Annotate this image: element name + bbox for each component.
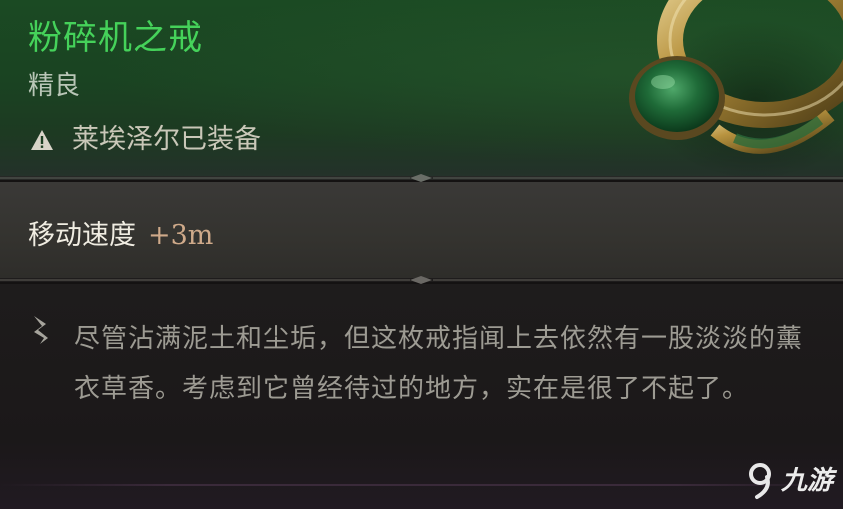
item-name: 粉碎机之戒: [28, 18, 203, 58]
section-divider: [0, 276, 843, 284]
item-tooltip: 粉碎机之戒 精良 莱埃泽尔已装备 移动速度 +3m 尽管沾满泥土和尘垢，但这枚戒…: [0, 0, 843, 509]
tooltip-header: 粉碎机之戒 精良 莱埃泽尔已装备: [0, 0, 843, 180]
bottom-divider: [0, 484, 843, 486]
jiuyou-logo-icon: [748, 463, 771, 499]
watermark: 九游: [745, 461, 833, 501]
stat-label: 移动速度: [28, 220, 136, 251]
section-divider: [0, 174, 843, 182]
feather-quill-icon: [34, 316, 48, 344]
warning-icon: [31, 130, 53, 150]
stat-value: +3m: [148, 220, 214, 251]
stats-section: 移动速度 +3m: [0, 182, 843, 278]
equipped-by-text: 莱埃泽尔已装备: [72, 124, 261, 155]
description-section: 尽管沾满泥土和尘垢，但这枚戒指闻上去依然有一股淡淡的薰衣草香。考虑到它曾经待过的…: [0, 284, 843, 509]
jade-ring-image: [629, 0, 843, 180]
watermark-text: 九游: [780, 466, 833, 496]
stat-row: 移动速度 +3m: [28, 218, 213, 254]
description-text: 尽管沾满泥土和尘垢，但这枚戒指闻上去依然有一股淡淡的薰衣草香。考虑到它曾经待过的…: [74, 324, 804, 404]
equipped-status: 莱埃泽尔已装备: [30, 120, 261, 160]
item-rarity: 精良: [28, 71, 81, 101]
